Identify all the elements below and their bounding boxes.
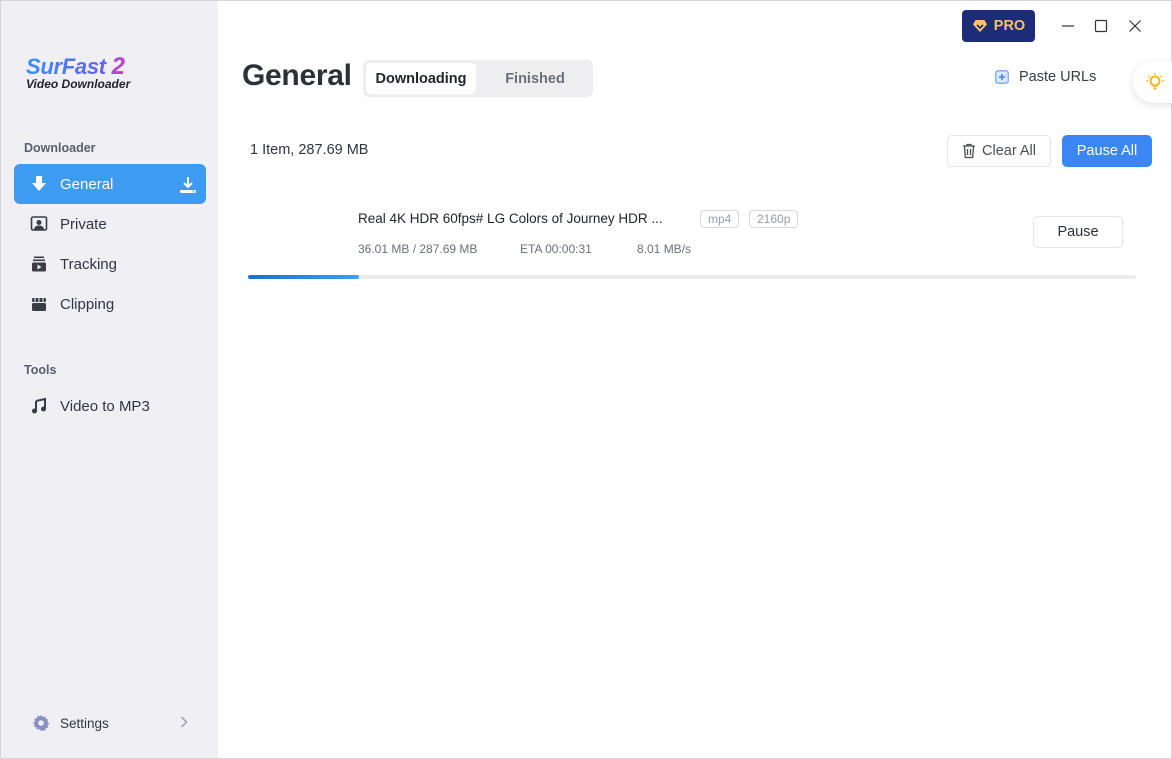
app-window: SurFast 2 Video Downloader Downloader Ge…	[0, 0, 1172, 759]
trash-icon	[963, 143, 975, 159]
sidebar-item-label: General	[60, 175, 114, 193]
sidebar-item-clipping[interactable]: Clipping	[14, 284, 206, 324]
download-speed: 8.01 MB/s	[637, 242, 692, 256]
plus-square-icon	[995, 70, 1009, 84]
lightbulb-icon	[1146, 73, 1164, 90]
progress-bar	[248, 275, 1136, 279]
sidebar-item-general[interactable]: General	[14, 164, 206, 204]
download-summary: 1 Item, 287.69 MB	[250, 142, 369, 158]
sidebar-item-private[interactable]: Private	[14, 204, 206, 244]
settings-label: Settings	[60, 715, 109, 731]
tips-button[interactable]	[1133, 61, 1172, 103]
sidebar-item-tracking[interactable]: Tracking	[14, 244, 206, 284]
minimize-icon	[1062, 25, 1074, 27]
page-title: General	[242, 59, 352, 92]
video-thumbnail	[248, 197, 340, 267]
maximize-button[interactable]	[1092, 17, 1110, 35]
music-note-icon	[30, 397, 48, 415]
logo-version: 2	[111, 53, 125, 80]
download-title: Real 4K HDR 60fps# LG Colors of Journey …	[358, 211, 663, 226]
eta-text: ETA 00:00:31	[520, 242, 592, 256]
settings-button[interactable]: Settings	[14, 707, 206, 739]
download-item: Real 4K HDR 60fps# LG Colors of Journey …	[248, 197, 1136, 281]
logo-subtitle: Video Downloader	[26, 77, 131, 91]
close-button[interactable]	[1126, 17, 1144, 35]
logo-name: SurFast	[26, 54, 106, 79]
sidebar-item-video-to-mp3[interactable]: Video to MP3	[14, 386, 206, 426]
size-progress: 36.01 MB / 287.69 MB	[358, 242, 478, 256]
pro-upgrade-button[interactable]: PRO	[962, 10, 1035, 42]
private-user-icon	[30, 215, 48, 233]
maximize-icon	[1094, 19, 1108, 33]
paste-urls-label: Paste URLs	[1019, 69, 1097, 85]
tracking-play-icon	[30, 255, 48, 273]
minimize-button[interactable]	[1059, 17, 1077, 35]
clear-all-label: Clear All	[982, 143, 1036, 159]
tab-downloading[interactable]: Downloading	[366, 63, 476, 94]
sidebar-item-label: Tracking	[60, 255, 117, 273]
download-arrow-icon	[30, 175, 48, 193]
resolution-tag: 2160p	[749, 210, 799, 228]
sidebar: SurFast 2 Video Downloader Downloader Ge…	[1, 1, 218, 758]
progress-bar-fill	[248, 275, 359, 279]
clapper-icon	[30, 295, 48, 313]
gear-icon	[32, 714, 50, 732]
section-label-downloader: Downloader	[24, 141, 96, 155]
pause-button[interactable]: Pause	[1033, 216, 1123, 248]
download-tabs: Downloading Finished	[363, 60, 593, 97]
tab-finished[interactable]: Finished	[480, 63, 590, 94]
downloading-status-icon	[178, 175, 198, 195]
sidebar-item-label: Private	[60, 215, 107, 233]
sidebar-item-label: Clipping	[60, 295, 115, 313]
app-logo: SurFast 2 Video Downloader	[26, 53, 131, 92]
clear-all-button[interactable]: Clear All	[947, 135, 1051, 167]
pro-label: PRO	[993, 18, 1026, 34]
paste-urls-button[interactable]: Paste URLs	[995, 67, 1096, 87]
section-label-tools: Tools	[24, 363, 57, 377]
pause-all-button[interactable]: Pause All	[1062, 135, 1152, 167]
close-icon	[1129, 20, 1141, 32]
sidebar-item-label: Video to MP3	[60, 397, 150, 415]
chevron-right-icon	[180, 715, 188, 732]
diamond-heart-icon	[972, 20, 987, 32]
format-tag: mp4	[700, 210, 740, 228]
